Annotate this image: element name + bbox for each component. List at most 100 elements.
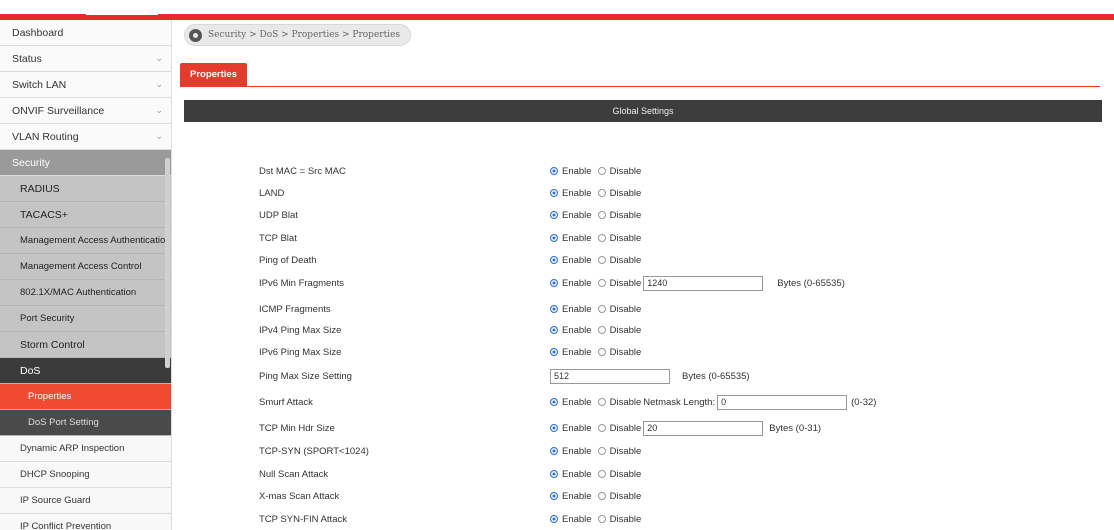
disable-option[interactable]: Disable: [597, 325, 641, 336]
enable-radio[interactable]: [550, 447, 558, 455]
enable-option[interactable]: Enable: [550, 188, 592, 199]
disable-option[interactable]: Disable: [597, 491, 641, 502]
disable-radio[interactable]: [597, 305, 606, 313]
disable-radio[interactable]: [597, 167, 606, 175]
disable-radio[interactable]: [597, 348, 606, 356]
disable-option[interactable]: Disable: [597, 446, 641, 457]
sidebar-item-radius[interactable]: RADIUS: [0, 176, 171, 202]
enable-option[interactable]: Enable: [550, 325, 592, 336]
sidebar-item-storm-control[interactable]: Storm Control: [0, 332, 171, 358]
disable-option[interactable]: Disable: [597, 513, 642, 525]
setting-row: TCP Min Hdr Size Enable Disable 20 Bytes (0-…: [172, 418, 1114, 438]
enable-radio[interactable]: [550, 211, 558, 219]
enable-radio[interactable]: [550, 424, 558, 432]
disable-radio[interactable]: [597, 515, 606, 523]
enable-option[interactable]: Enable: [550, 278, 592, 289]
sidebar-item-port-security[interactable]: Port Security: [0, 306, 171, 332]
enable-radio[interactable]: [550, 305, 558, 313]
value-input[interactable]: 20: [643, 420, 764, 436]
sidebar-item-dhcp-snooping[interactable]: DHCP Snooping: [0, 462, 171, 488]
sidebar-item-status[interactable]: Status ⌄: [0, 46, 171, 72]
disable-radio[interactable]: [597, 470, 606, 478]
setting-control: Enable Disable: [550, 304, 643, 315]
enable-label: Enable: [562, 209, 592, 221]
disable-radio[interactable]: [597, 211, 606, 219]
disable-radio[interactable]: [597, 256, 606, 264]
enable-radio[interactable]: [550, 470, 558, 478]
disable-label: Disable: [609, 513, 642, 525]
disable-radio[interactable]: [597, 279, 606, 287]
enable-option[interactable]: Enable: [550, 491, 592, 502]
setting-control: Enable Disable: [550, 469, 643, 480]
enable-option[interactable]: Enable: [550, 469, 592, 480]
breadcrumb: Security > DoS > Properties > Properties: [184, 24, 412, 46]
value-input[interactable]: 1240: [643, 275, 764, 291]
sidebar-item-ip-conflict[interactable]: IP Conflict Prevention: [0, 514, 171, 530]
sidebar-item-ip-source-guard[interactable]: IP Source Guard: [0, 488, 171, 514]
chevron-down-icon: ⌄: [155, 131, 163, 141]
enable-option[interactable]: Enable: [550, 347, 592, 358]
disable-radio[interactable]: [597, 234, 606, 242]
enable-label: Enable: [562, 324, 592, 336]
sidebar-item-onvif[interactable]: ONVIF Surveillance ⌄: [0, 98, 171, 124]
enable-option[interactable]: Enable: [550, 423, 592, 434]
disable-radio[interactable]: [597, 447, 606, 455]
disable-option[interactable]: Disable: [597, 347, 641, 358]
chevron-down-icon: ⌄: [155, 157, 163, 167]
sidebar-item-dos[interactable]: DoS: [0, 358, 171, 384]
disable-option[interactable]: Disable: [597, 187, 642, 199]
enable-radio[interactable]: [550, 348, 558, 356]
disable-option[interactable]: Disable: [597, 469, 641, 480]
disable-option[interactable]: Disable: [597, 423, 641, 434]
enable-option[interactable]: Enable: [550, 233, 592, 244]
sidebar-item-dashboard[interactable]: Dashboard: [0, 20, 171, 46]
enable-radio[interactable]: [550, 398, 558, 406]
disable-radio[interactable]: [597, 424, 606, 432]
disable-option[interactable]: Disable: [597, 278, 641, 289]
sidebar-item-security[interactable]: Security ⌄: [0, 150, 171, 176]
enable-radio[interactable]: [550, 256, 558, 264]
enable-radio[interactable]: [550, 234, 558, 242]
setting-label: Dst MAC = Src MAC: [259, 165, 346, 177]
enable-option[interactable]: Enable: [550, 255, 592, 266]
sidebar-item-mgmt-access-control[interactable]: Management Access Control: [0, 254, 171, 280]
value-input[interactable]: 512: [550, 368, 670, 384]
sidebar-item-mgmt-auth[interactable]: Management Access Authentication: [0, 228, 171, 254]
disable-label: Disable: [609, 187, 642, 199]
disable-option[interactable]: Disable: [597, 166, 641, 177]
enable-radio[interactable]: [550, 279, 558, 287]
enable-radio[interactable]: [550, 492, 558, 500]
sidebar-item-dos-port-setting[interactable]: DoS Port Setting: [0, 410, 171, 436]
enable-option[interactable]: Enable: [550, 446, 592, 457]
enable-option[interactable]: Enable: [550, 210, 592, 221]
sidebar-item-properties[interactable]: Properties: [0, 384, 171, 410]
enable-option[interactable]: Enable: [550, 397, 592, 408]
sidebar-item-dynamic-arp[interactable]: Dynamic ARP Inspection: [0, 436, 171, 462]
disable-radio[interactable]: [597, 492, 606, 500]
disable-option[interactable]: Disable: [597, 255, 641, 266]
value-input[interactable]: 0: [717, 394, 848, 410]
disable-option[interactable]: Disable: [597, 210, 641, 221]
sidebar-item-8021x[interactable]: 802.1X/MAC Authentication: [0, 280, 171, 306]
sidebar-item-label: Switch LAN: [12, 78, 67, 91]
enable-option[interactable]: Enable: [550, 304, 592, 315]
sidebar-item-vlan-routing[interactable]: VLAN Routing ⌄: [0, 124, 171, 150]
disable-radio[interactable]: [597, 398, 606, 406]
netmask-label: Netmask Length:: [643, 396, 716, 408]
enable-option[interactable]: Enable: [550, 166, 592, 177]
sidebar-item-switch-lan[interactable]: Switch LAN ⌄: [0, 72, 171, 98]
disable-option[interactable]: Disable: [597, 304, 641, 315]
sidebar-item-tacacs[interactable]: TACACS+: [0, 202, 171, 228]
disable-option[interactable]: Disable: [597, 397, 641, 408]
enable-radio[interactable]: [550, 326, 558, 334]
disable-radio[interactable]: [597, 189, 606, 197]
disable-option[interactable]: Disable: [597, 233, 641, 244]
enable-option[interactable]: Enable: [550, 514, 592, 525]
tab-properties[interactable]: Properties: [180, 63, 247, 86]
enable-radio[interactable]: [550, 189, 558, 197]
sidebar-scrollbar[interactable]: [165, 158, 170, 368]
home-icon[interactable]: [189, 28, 202, 42]
disable-radio[interactable]: [597, 326, 606, 334]
enable-radio[interactable]: [550, 167, 558, 175]
enable-radio[interactable]: [550, 515, 558, 523]
